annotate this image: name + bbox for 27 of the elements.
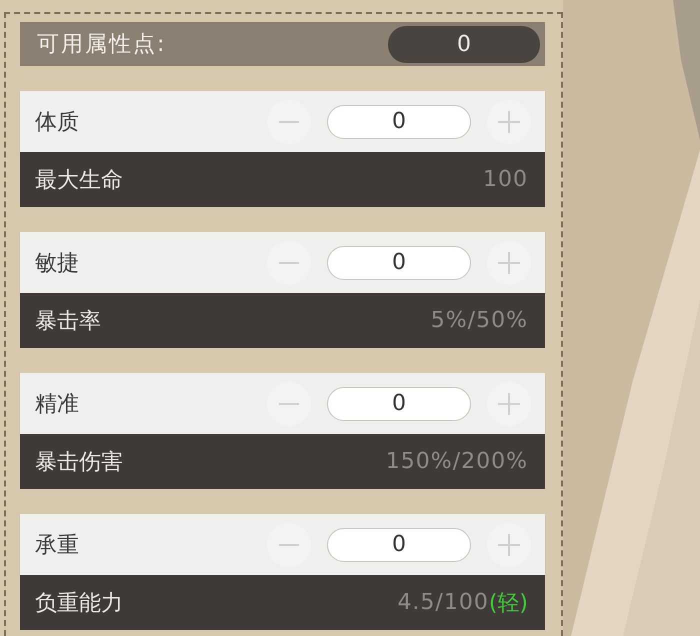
stat-label: 最大生命: [35, 166, 123, 194]
attribute-name: 敏捷: [35, 250, 79, 278]
value-field[interactable]: 0: [327, 528, 471, 562]
attribute-name: 承重: [35, 532, 79, 560]
plus-icon: [498, 392, 520, 414]
plus-icon: [498, 252, 520, 274]
stat-value: 4.5/100: [397, 590, 489, 615]
stat-value: 150%/200%: [386, 449, 528, 474]
stat-label: 暴击伤害: [35, 448, 123, 476]
load-tag: (轻): [488, 588, 528, 618]
stat-label: 暴击率: [35, 308, 101, 336]
minus-icon: [279, 262, 299, 264]
stat-label: 负重能力: [35, 590, 123, 618]
attribute-name: 体质: [35, 108, 79, 136]
plus-icon: [498, 110, 520, 132]
points-value: 0: [388, 26, 540, 62]
stat-value: 100: [483, 167, 528, 192]
minus-icon: [279, 544, 299, 546]
minus-icon: [279, 402, 299, 404]
points-label: 可用属性点:: [37, 31, 166, 59]
stat-value: 5%/50%: [430, 308, 528, 333]
plus-icon: [498, 534, 520, 556]
value-field[interactable]: 0: [327, 246, 471, 280]
minus-icon: [279, 120, 299, 122]
attribute-name: 精准: [35, 390, 79, 418]
value-field[interactable]: 0: [327, 104, 471, 138]
value-field[interactable]: 0: [327, 386, 471, 420]
